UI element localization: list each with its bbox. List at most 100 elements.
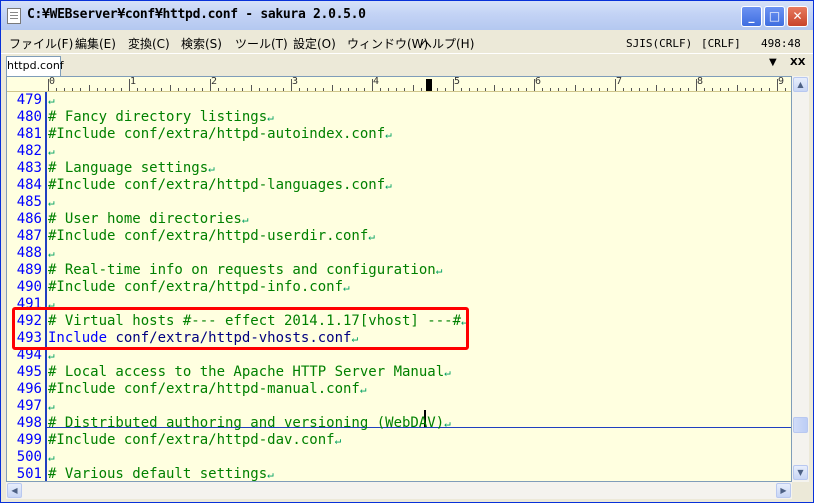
menu-tools[interactable]: ツール(T) (235, 35, 288, 52)
line-number: 480 (16, 109, 42, 125)
close-tab-button[interactable]: XX (790, 57, 805, 68)
menu-search[interactable]: 検索(S) (181, 35, 222, 52)
ruler-tick (201, 88, 203, 91)
text-line[interactable]: 500 ↵ (7, 449, 791, 466)
ruler-tick (590, 88, 592, 91)
vertical-scroll-thumb[interactable] (793, 417, 808, 433)
ruler-tick (712, 88, 714, 91)
scroll-down-button[interactable]: ▼ (793, 465, 808, 480)
ruler-tick (339, 88, 341, 91)
ruler-label: 9 (778, 76, 785, 87)
line-number: 487 (16, 228, 42, 244)
scroll-left-button[interactable]: ◀ (7, 483, 22, 498)
ruler-tick (363, 88, 365, 91)
scroll-up-button[interactable]: ▲ (793, 77, 808, 92)
ruler-tick (234, 88, 236, 91)
text-line[interactable]: 490 #Include conf/extra/httpd-info.conf↵ (7, 279, 791, 296)
ruler-label: 5 (454, 76, 461, 87)
line-number: 489 (16, 262, 42, 278)
tab-list-dropdown-icon[interactable]: ▼ (769, 57, 777, 68)
ruler-tick (461, 88, 463, 91)
text-line[interactable]: 495 # Local access to the Apache HTTP Ser… (7, 364, 791, 381)
text-line[interactable]: 496 #Include conf/extra/httpd-manual.conf… (7, 381, 791, 398)
text-line[interactable]: 501 # Various default settings↵ (7, 466, 791, 482)
text-line[interactable]: 485 ↵ (7, 194, 791, 211)
ruler-tick (655, 85, 657, 91)
ruler-tick (331, 85, 333, 91)
close-button[interactable]: ✕ (787, 6, 808, 27)
menu-window[interactable]: ウィンドウ(W) (347, 35, 428, 52)
menu-help[interactable]: ヘルプ(H) (420, 35, 474, 52)
minimize-button[interactable]: _ (741, 6, 762, 27)
ruler-tick (477, 88, 479, 91)
ruler-tick (48, 79, 49, 91)
ruler-label: 0 (49, 76, 56, 87)
text-line[interactable]: 481 #Include conf/extra/httpd-autoindex.c… (7, 126, 791, 143)
line-number: 501 (16, 466, 42, 482)
text-line[interactable]: 499 #Include conf/extra/httpd-dav.conf↵ (7, 432, 791, 449)
text-line[interactable]: 479 ↵ (7, 92, 791, 109)
text-line[interactable]: 484 #Include conf/extra/httpd-languages.c… (7, 177, 791, 194)
encoding-status: SJIS(CRLF) (626, 37, 693, 50)
ruler-tick (72, 88, 74, 91)
line-content: ↵ (48, 196, 55, 209)
ruler-tick (137, 88, 139, 91)
line-content: ↵ (48, 451, 55, 464)
ruler-label: 1 (130, 76, 137, 87)
ruler-tick (582, 88, 584, 91)
ruler-tick (299, 88, 301, 91)
line-content: # Language settings↵ (48, 160, 215, 176)
menu-settings[interactable]: 設定(O) (293, 35, 336, 52)
text-line[interactable]: 480 # Fancy directory listings↵ (7, 109, 791, 126)
line-number: 499 (16, 432, 42, 448)
line-number: 479 (16, 92, 42, 108)
ruler-tick (80, 88, 82, 91)
notepad-icon[interactable] (7, 8, 21, 24)
maximize-button[interactable]: □ (764, 6, 785, 27)
ruler-tick (436, 88, 438, 91)
ruler-label: 3 (292, 76, 299, 87)
text-line[interactable]: 488 ↵ (7, 245, 791, 262)
ruler-tick (768, 88, 770, 91)
text-editor[interactable]: 0 1 2 3 4 5 6 7 8 9 479 ↵ 480 # Fancy dire… (6, 76, 792, 482)
text-line[interactable]: 497 ↵ (7, 398, 791, 415)
horizontal-scrollbar[interactable]: ◀ ▶ (6, 482, 792, 499)
tab-httpd-conf[interactable]: httpd.conf (6, 56, 64, 76)
scroll-right-button[interactable]: ▶ (776, 483, 791, 498)
line-number: 483 (16, 160, 42, 176)
ruler-tick (226, 88, 228, 91)
text-line-current[interactable]: 498 # Distributed authoring and versionin… (7, 415, 791, 432)
text-line[interactable]: 489 # Real-time info on requests and conf… (7, 262, 791, 279)
text-line[interactable]: 482 ↵ (7, 143, 791, 160)
ruler-tick (218, 88, 220, 91)
line-content: ↵ (48, 94, 55, 107)
title-bar[interactable]: C:¥WEBserver¥conf¥httpd.conf - sakura 2.… (1, 1, 813, 30)
ruler-tick (444, 88, 446, 91)
ruler-tick (420, 88, 422, 91)
line-content: ↵ (48, 145, 55, 158)
ruler-tick (64, 88, 66, 91)
menu-convert[interactable]: 変換(C) (128, 35, 170, 52)
cursor-position: 498:48 (761, 37, 801, 50)
menu-edit[interactable]: 編集(E) (75, 35, 116, 52)
ruler-tick (129, 79, 130, 91)
window-title: C:¥WEBserver¥conf¥httpd.conf - sakura 2.… (27, 7, 366, 22)
ruler-tick (623, 88, 625, 91)
ruler-tick (736, 85, 738, 91)
ruler-tick (525, 88, 527, 91)
ruler-tick (647, 88, 649, 91)
vertical-scrollbar[interactable]: ▲ ▼ (792, 76, 809, 482)
ruler-tick (606, 88, 608, 91)
ruler-tick (347, 88, 349, 91)
menu-file[interactable]: ファイル(F) (9, 35, 73, 52)
ruler-cursor-marker (426, 79, 432, 91)
text-line[interactable]: 487 #Include conf/extra/httpd-userdir.con… (7, 228, 791, 245)
line-content: #Include conf/extra/httpd-languages.conf… (48, 177, 392, 193)
line-content: # Various default settings↵ (48, 466, 274, 482)
text-line[interactable]: 483 # Language settings↵ (7, 160, 791, 177)
line-number: 482 (16, 143, 42, 159)
text-line[interactable]: 486 # User home directories↵ (7, 211, 791, 228)
ruler-label: 2 (211, 76, 218, 87)
line-content: # Local access to the Apache HTTP Server… (48, 364, 451, 380)
ruler-tick (509, 88, 511, 91)
